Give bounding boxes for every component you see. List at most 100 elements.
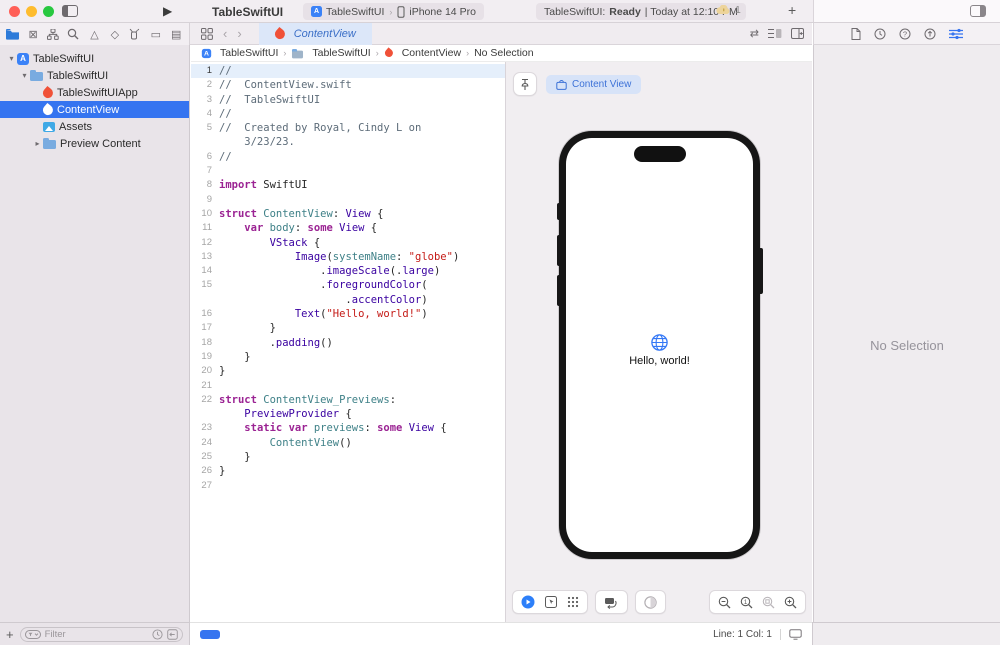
sidebar-toggle-icon[interactable] — [62, 5, 78, 17]
sidebar-item-assets[interactable]: Assets — [0, 118, 189, 135]
warning-badge[interactable]: 1 — [716, 4, 741, 16]
device-settings-button[interactable] — [604, 596, 619, 609]
run-destination[interactable]: iPhone 14 Pro — [409, 6, 476, 18]
code-line[interactable]: 12 VStack { — [191, 236, 505, 250]
test-navigator-icon[interactable]: ◇ — [108, 28, 121, 41]
sidebar-item-tableswiftui[interactable]: ▾ATableSwiftUI — [0, 50, 189, 67]
code-text: } — [219, 321, 276, 335]
code-line[interactable]: 24 ContentView() — [191, 436, 505, 450]
code-line[interactable]: 13 Image(systemName: "globe") — [191, 250, 505, 264]
display-icon[interactable] — [789, 629, 802, 640]
code-review-icon[interactable]: ⇄ — [750, 27, 759, 40]
issue-navigator-icon[interactable]: △ — [88, 28, 101, 41]
code-line[interactable]: 25 } — [191, 450, 505, 464]
editor-options-icon[interactable] — [768, 28, 782, 39]
breakpoint-navigator-icon[interactable]: ▭ — [149, 28, 162, 41]
close-window-button[interactable] — [9, 6, 20, 17]
code-line[interactable]: 7 — [191, 164, 505, 178]
breadcrumb-group[interactable]: TableSwiftUI — [312, 47, 370, 59]
find-navigator-icon[interactable] — [67, 28, 80, 40]
recents-icon[interactable] — [152, 629, 163, 640]
zoom-in-button[interactable] — [784, 596, 797, 609]
code-line[interactable]: 26} — [191, 464, 505, 478]
accessibility-inspector-icon[interactable] — [924, 28, 936, 40]
quick-help-inspector-icon[interactable]: ? — [899, 28, 911, 40]
line-number: 2 — [191, 78, 219, 92]
code-line[interactable]: 18 .padding() — [191, 336, 505, 350]
breadcrumb-selection[interactable]: No Selection — [474, 47, 534, 59]
scheme-name[interactable]: TableSwiftUI — [326, 6, 384, 18]
file-inspector-icon[interactable] — [851, 28, 861, 40]
add-button[interactable]: + — [788, 2, 796, 18]
zoom-fit-button[interactable] — [762, 596, 775, 609]
tab-contentview[interactable]: ContentView — [259, 23, 372, 45]
preview-screen[interactable]: Hello, world! — [566, 138, 753, 552]
filter-field[interactable]: Filter — [20, 627, 183, 642]
disclosure-chevron[interactable]: ▾ — [6, 54, 17, 63]
line-number — [191, 135, 219, 149]
code-line[interactable]: 20} — [191, 364, 505, 378]
code-line[interactable]: 15 .foregroundColor( — [191, 278, 505, 292]
disclosure-chevron[interactable]: ▾ — [19, 71, 30, 80]
breadcrumb-project[interactable]: TableSwiftUI — [220, 47, 278, 59]
pin-preview-button[interactable] — [513, 72, 537, 96]
globe-icon — [651, 334, 668, 351]
code-line[interactable]: 3// TableSwiftUI — [191, 93, 505, 107]
tab-label: ContentView — [294, 28, 356, 40]
code-line[interactable]: 16 Text("Hello, world!") — [191, 307, 505, 321]
code-line[interactable]: 27 — [191, 479, 505, 493]
project-navigator: ▾ATableSwiftUI▾TableSwiftUITableSwiftUIA… — [0, 45, 190, 622]
selectable-mode-button[interactable] — [545, 596, 557, 608]
code-line[interactable]: 2// ContentView.swift — [191, 78, 505, 92]
code-line[interactable]: 10struct ContentView: View { — [191, 207, 505, 221]
line-col-text[interactable]: Line: 1 Col: 1 — [713, 629, 772, 640]
sidebar-item-tableswiftui[interactable]: ▾TableSwiftUI — [0, 67, 189, 84]
attributes-inspector-icon[interactable] — [949, 28, 963, 40]
symbol-navigator-icon[interactable] — [47, 29, 60, 40]
flatten-icon[interactable] — [167, 629, 178, 640]
zoom-out-button[interactable] — [718, 596, 731, 609]
scheme-selector[interactable]: A TableSwiftUI › iPhone 14 Pro — [303, 3, 484, 20]
inspector-toggle-icon[interactable] — [970, 5, 986, 17]
minimize-window-button[interactable] — [26, 6, 37, 17]
code-line[interactable]: 17 } — [191, 321, 505, 335]
code-line[interactable]: .accentColor) — [191, 293, 505, 307]
code-line[interactable]: 9 — [191, 193, 505, 207]
sidebar-item-preview-content[interactable]: ▸Preview Content — [0, 135, 189, 152]
code-line[interactable]: 6// — [191, 150, 505, 164]
code-line[interactable]: 22struct ContentView_Previews: — [191, 393, 505, 407]
live-preview-button[interactable] — [521, 595, 535, 609]
code-line[interactable]: 11 var body: some View { — [191, 221, 505, 235]
editor-grid-icon[interactable] — [196, 28, 218, 40]
color-scheme-button[interactable] — [644, 596, 657, 609]
code-line[interactable]: 4// — [191, 107, 505, 121]
code-line[interactable]: 21 — [191, 379, 505, 393]
zoom-window-button[interactable] — [43, 6, 54, 17]
content-view-tag[interactable]: Content View — [546, 75, 641, 94]
run-button[interactable]: ▶ — [163, 4, 172, 18]
disclosure-chevron[interactable]: ▸ — [32, 139, 43, 148]
code-line[interactable]: PreviewProvider { — [191, 407, 505, 421]
code-line[interactable]: 3/23/23. — [191, 135, 505, 149]
report-navigator-icon[interactable]: ▤ — [170, 28, 183, 41]
breadcrumb-file[interactable]: ContentView — [402, 47, 461, 59]
code-line[interactable]: 23 static var previews: some View { — [191, 421, 505, 435]
variants-button[interactable] — [567, 596, 579, 608]
code-line[interactable]: 1// — [191, 64, 505, 78]
code-line[interactable]: 8import SwiftUI — [191, 178, 505, 192]
zoom-actual-size-button[interactable]: 1 — [740, 596, 753, 609]
project-navigator-icon[interactable] — [6, 29, 19, 40]
back-icon[interactable]: ‹ — [218, 26, 232, 41]
source-editor[interactable]: 1//2// ContentView.swift3// TableSwiftUI… — [191, 62, 505, 622]
forward-icon[interactable]: › — [232, 26, 246, 41]
add-file-button[interactable]: + — [6, 627, 14, 642]
debug-navigator-icon[interactable] — [129, 28, 142, 40]
code-line[interactable]: 14 .imageScale(.large) — [191, 264, 505, 278]
code-line[interactable]: 19 } — [191, 350, 505, 364]
source-control-navigator-icon[interactable]: ⊠ — [26, 28, 39, 41]
sidebar-item-contentview[interactable]: ContentView — [0, 101, 189, 118]
history-inspector-icon[interactable] — [874, 28, 886, 40]
code-line[interactable]: 5// Created by Royal, Cindy L on — [191, 121, 505, 135]
sidebar-item-tableswiftuiapp[interactable]: TableSwiftUIApp — [0, 84, 189, 101]
add-editor-icon[interactable] — [791, 28, 804, 39]
